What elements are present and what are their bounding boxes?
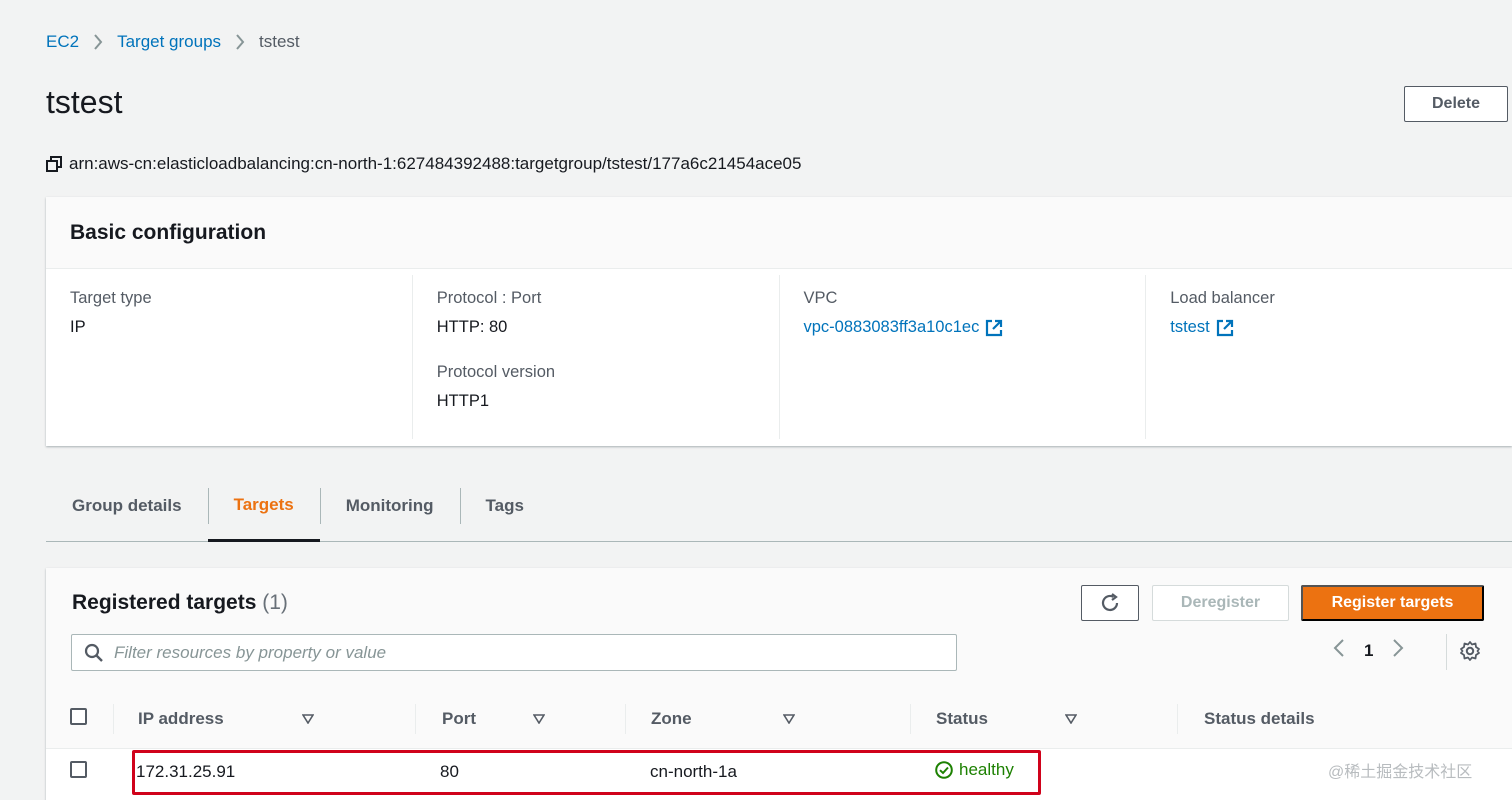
pagination: 1 bbox=[1332, 638, 1405, 663]
breadcrumb: EC2 Target groups tstest bbox=[46, 32, 300, 52]
deregister-button[interactable]: Deregister bbox=[1152, 585, 1289, 621]
breadcrumb-current: tstest bbox=[259, 32, 300, 51]
config-columns: Target type IP Protocol : Port HTTP: 80 … bbox=[46, 269, 1512, 439]
filter-search-box[interactable] bbox=[71, 634, 957, 671]
breadcrumb-ec2[interactable]: EC2 bbox=[46, 32, 79, 52]
vpc-label: VPC bbox=[803, 289, 838, 307]
arn-row: arn:aws-cn:elasticloadbalancing:cn-north… bbox=[46, 154, 801, 174]
refresh-icon bbox=[1101, 593, 1119, 612]
column-port[interactable]: Port bbox=[416, 690, 626, 749]
chevron-right-icon bbox=[93, 34, 103, 50]
select-all-checkbox[interactable] bbox=[70, 707, 87, 725]
config-col-load-balancer: Load balancer tstest bbox=[1145, 275, 1512, 439]
chevron-right-icon[interactable] bbox=[1391, 638, 1405, 663]
targets-table: IP address Port Zone Status Status detai… bbox=[46, 690, 1512, 796]
register-targets-button[interactable]: Register targets bbox=[1301, 585, 1484, 621]
tab-targets[interactable]: Targets bbox=[207, 486, 320, 542]
registered-targets-title: Registered targets (1) bbox=[72, 591, 288, 615]
page: EC2 Target groups tstest tstest Delete a… bbox=[0, 0, 1512, 800]
copy-icon[interactable] bbox=[46, 155, 63, 173]
load-balancer-link-text: tstest bbox=[1170, 318, 1210, 336]
cell-port: 80 bbox=[416, 748, 626, 796]
table-row[interactable]: 172.31.25.91 80 cn-north-1a healthy bbox=[46, 748, 1512, 796]
column-header-label: Port bbox=[442, 708, 476, 728]
status-text: healthy bbox=[959, 760, 1014, 780]
load-balancer-label: Load balancer bbox=[1170, 289, 1275, 307]
target-type-label: Target type bbox=[70, 289, 152, 307]
page-title: tstest bbox=[46, 84, 123, 120]
tab-label: Group details bbox=[72, 496, 182, 515]
sort-caret-icon bbox=[783, 713, 796, 724]
config-col-protocol: Protocol : Port HTTP: 80 Protocol versio… bbox=[411, 275, 779, 439]
protocol-version-value: HTTP1 bbox=[436, 392, 490, 410]
tab-label: Targets bbox=[233, 494, 294, 514]
basic-configuration-panel: Basic configuration Target type IP Proto… bbox=[46, 197, 1512, 446]
tab-group-details[interactable]: Group details bbox=[46, 486, 208, 542]
search-icon bbox=[84, 643, 103, 662]
column-header-label: Status details bbox=[1204, 708, 1315, 728]
protocol-port-value: HTTP: 80 bbox=[436, 318, 508, 336]
row-select-cell bbox=[46, 748, 114, 796]
arn-text: arn:aws-cn:elasticloadbalancing:cn-north… bbox=[69, 154, 802, 173]
column-header-label: IP address bbox=[138, 708, 224, 728]
cell-zone: cn-north-1a bbox=[626, 748, 911, 796]
registered-targets-panel: Registered targets (1) Deregister Regist… bbox=[46, 568, 1512, 800]
status-badge: healthy bbox=[935, 760, 1014, 780]
basic-configuration-header: Basic configuration bbox=[46, 197, 1512, 269]
external-link-icon bbox=[1216, 319, 1233, 336]
column-zone[interactable]: Zone bbox=[626, 690, 911, 749]
tab-tags[interactable]: Tags bbox=[459, 486, 550, 542]
page-number[interactable]: 1 bbox=[1364, 641, 1373, 661]
basic-configuration-title: Basic configuration bbox=[70, 220, 267, 244]
check-circle-icon bbox=[935, 761, 953, 780]
gear-icon[interactable] bbox=[1459, 640, 1481, 667]
tab-label: Tags bbox=[485, 496, 524, 515]
target-type-value: IP bbox=[70, 318, 86, 336]
tab-monitoring[interactable]: Monitoring bbox=[319, 486, 460, 542]
column-header-label: Zone bbox=[651, 708, 692, 728]
watermark: @稀土掘金技术社区 bbox=[1328, 764, 1473, 781]
breadcrumb-target-groups[interactable]: Target groups bbox=[117, 32, 221, 52]
sort-caret-icon bbox=[1064, 713, 1077, 724]
sort-caret-icon bbox=[533, 713, 545, 724]
cell-status: healthy bbox=[911, 748, 1178, 796]
protocol-version-label: Protocol version bbox=[436, 363, 556, 381]
config-col-target-type: Target type IP bbox=[46, 275, 412, 439]
select-all-cell bbox=[46, 690, 114, 749]
registered-targets-header: Registered targets (1) Deregister Regist… bbox=[46, 568, 1512, 690]
tabs: Group details Targets Monitoring Tags bbox=[46, 486, 1512, 542]
column-status[interactable]: Status bbox=[911, 690, 1178, 749]
external-link-icon bbox=[986, 319, 1003, 336]
delete-button[interactable]: Delete bbox=[1404, 86, 1508, 122]
chevron-right-icon bbox=[235, 34, 245, 50]
registered-targets-count: (1) bbox=[262, 591, 288, 614]
pager-divider bbox=[1446, 634, 1447, 670]
chevron-left-icon[interactable] bbox=[1332, 638, 1346, 663]
refresh-button[interactable] bbox=[1081, 585, 1139, 621]
cell-ip-address: 172.31.25.91 bbox=[114, 748, 416, 796]
vpc-link[interactable]: vpc-0883083ff3a10c1ec bbox=[804, 318, 1004, 337]
table-header-row: IP address Port Zone Status Status detai… bbox=[46, 690, 1512, 749]
column-ip-address[interactable]: IP address bbox=[114, 690, 416, 749]
load-balancer-link[interactable]: tstest bbox=[1170, 318, 1233, 337]
column-header-label: Status bbox=[936, 708, 988, 728]
column-status-details[interactable]: Status details bbox=[1178, 690, 1512, 749]
row-checkbox[interactable] bbox=[70, 761, 87, 779]
vpc-link-text: vpc-0883083ff3a10c1ec bbox=[803, 318, 980, 336]
protocol-port-label: Protocol : Port bbox=[436, 289, 542, 307]
sort-caret-icon bbox=[301, 713, 314, 724]
filter-input[interactable] bbox=[114, 642, 934, 663]
config-col-vpc: VPC vpc-0883083ff3a10c1ec bbox=[778, 275, 1146, 439]
tab-label: Monitoring bbox=[345, 496, 434, 515]
registered-targets-title-text: Registered targets bbox=[72, 591, 257, 614]
